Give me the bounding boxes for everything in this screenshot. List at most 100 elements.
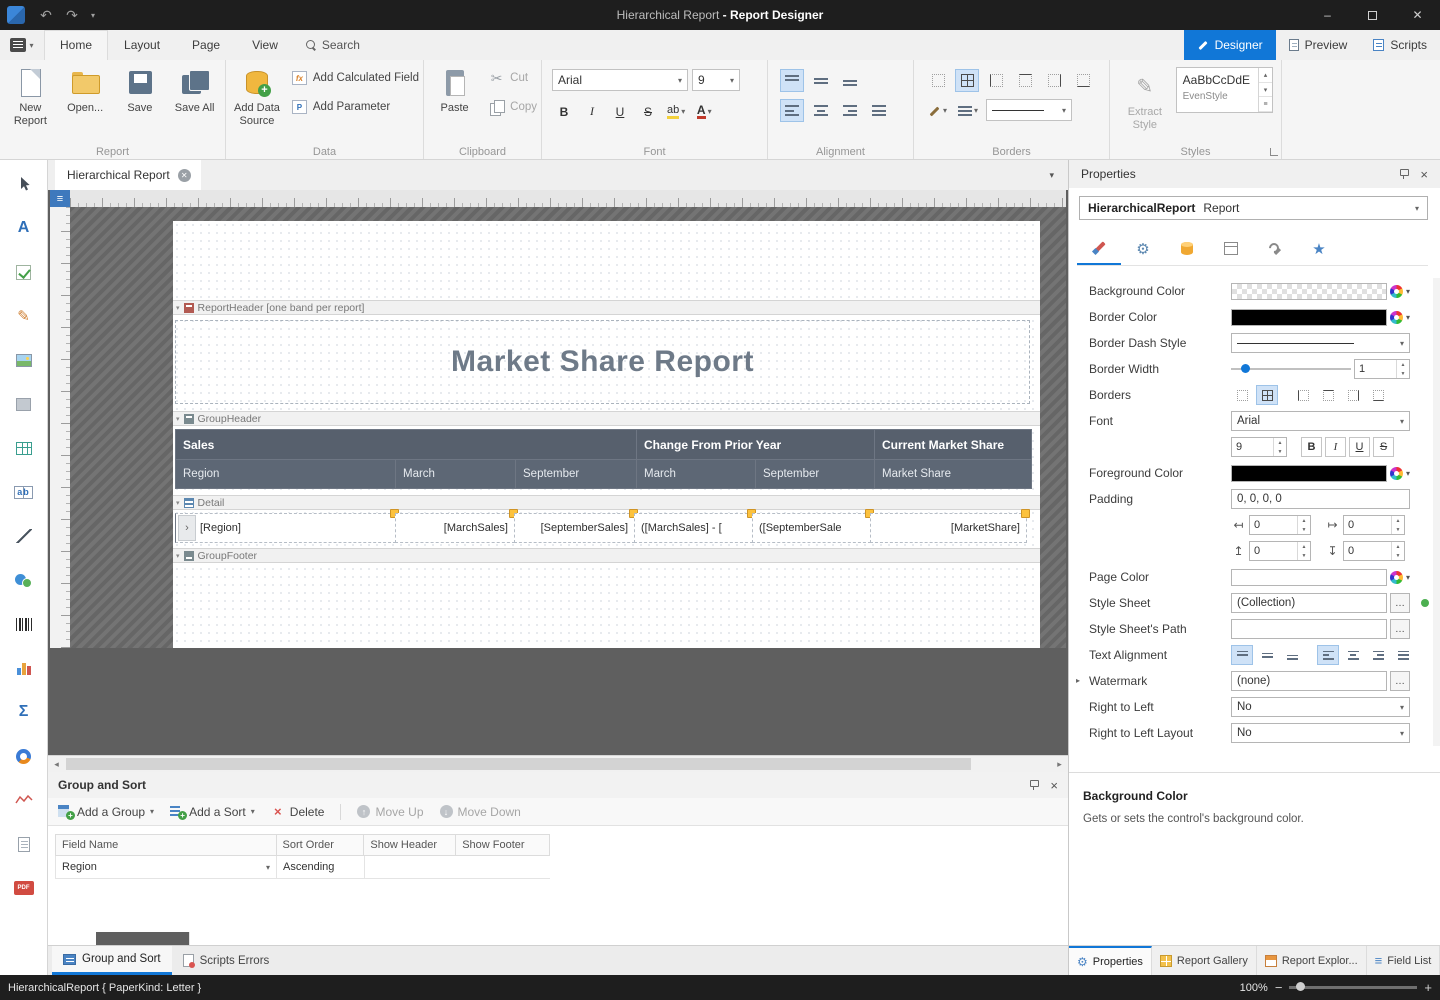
italic-button[interactable]: I [580, 100, 604, 123]
text-align-justify-toggle[interactable] [1392, 645, 1414, 665]
text-align-bottom-toggle[interactable] [1281, 645, 1303, 665]
align-middle-button[interactable] [809, 69, 833, 92]
spin-down-icon[interactable]: ▼ [1397, 369, 1409, 378]
table-header-cell[interactable]: Current Market Share [875, 429, 1032, 459]
bold-button[interactable]: B [552, 100, 576, 123]
sort-order-cell[interactable]: Ascending [277, 856, 365, 878]
font-name-combo[interactable]: Arial ▾ [552, 69, 688, 91]
label-tool[interactable]: A [8, 216, 40, 240]
spin-up-icon[interactable]: ▲ [1298, 516, 1310, 525]
text-align-right-toggle[interactable] [1367, 645, 1389, 665]
borders-bottom-toggle[interactable] [1367, 385, 1389, 405]
minimize-button[interactable]: – [1305, 0, 1350, 30]
collapse-caret-icon[interactable]: ▾ [176, 415, 180, 423]
undo-button[interactable]: ↶ [33, 7, 59, 24]
zoom-in-button[interactable]: + [1424, 980, 1432, 995]
quick-access-dropdown-icon[interactable]: ▾ [85, 11, 101, 20]
designer-mode-button[interactable]: Designer [1184, 30, 1276, 60]
table-subheader-cell[interactable]: Market Share [875, 459, 1032, 489]
chart-tool[interactable] [8, 656, 40, 680]
spin-down-icon[interactable]: ▼ [1298, 551, 1310, 560]
new-report-button[interactable]: New Report [4, 63, 57, 127]
add-parameter-button[interactable]: P Add Parameter [292, 100, 419, 114]
line-tool[interactable] [8, 524, 40, 548]
bold-toggle[interactable]: B [1301, 437, 1322, 457]
ribbon-tab-view[interactable]: View [236, 30, 294, 60]
align-justify-button[interactable] [867, 99, 891, 122]
foreground-color-swatch[interactable] [1231, 465, 1387, 482]
dock-tab-group-and-sort[interactable]: Group and Sort [52, 946, 172, 975]
gauge-tool[interactable] [8, 744, 40, 768]
delete-button[interactable]: × Delete [271, 805, 325, 819]
panel-tab-properties[interactable]: Properties [1069, 946, 1152, 975]
tab-close-icon[interactable]: ✕ [178, 169, 191, 182]
table-subheader-cell[interactable]: September [756, 459, 875, 489]
pad-top-spinner[interactable]: 0 ▲▼ [1249, 541, 1311, 561]
align-left-button[interactable] [780, 99, 804, 122]
detail-cell[interactable]: [MarchSales] [395, 513, 515, 543]
save-button[interactable]: Save [114, 63, 167, 127]
horizontal-ruler[interactable] [70, 190, 1066, 207]
gallery-expand-icon[interactable]: ≡ [1259, 97, 1272, 112]
detail-cell[interactable]: ([SeptemberSale [752, 513, 871, 543]
grid-column-header[interactable]: Field Name [56, 835, 277, 855]
property-category-data-database[interactable] [1165, 232, 1209, 265]
character-comb-tool[interactable]: ab [8, 480, 40, 504]
table-tool[interactable] [8, 436, 40, 460]
borders-left-toggle[interactable] [1292, 385, 1314, 405]
copy-button[interactable]: Copy [489, 100, 537, 114]
barcode-tool[interactable] [8, 612, 40, 636]
detail-cell[interactable]: [MarketShare] [870, 513, 1027, 543]
report-design-content[interactable]: ▾ ReportHeader [one band per report] Mar… [173, 221, 1040, 648]
spin-up-icon[interactable]: ▲ [1397, 360, 1409, 369]
spin-down-icon[interactable]: ▼ [1298, 525, 1310, 534]
color-picker-icon[interactable] [1390, 571, 1403, 584]
add-data-source-button[interactable]: Add Data Source [230, 63, 284, 127]
border-style-button[interactable]: ▾ [955, 99, 981, 122]
collapse-caret-icon[interactable]: ▾ [176, 304, 180, 312]
pageinfo-tool[interactable] [8, 832, 40, 856]
property-category-favorites-star[interactable]: ★ [1297, 232, 1341, 265]
checkbox-tool[interactable] [8, 260, 40, 284]
font-size-spinner[interactable]: 9 ▲▼ [1231, 437, 1287, 457]
border-bottom-button[interactable] [1071, 69, 1095, 92]
right-to-left-combo[interactable]: No ▾ [1231, 697, 1410, 717]
zoom-slider[interactable] [1289, 986, 1417, 989]
cut-button[interactable]: ✂ Cut [489, 71, 537, 85]
band-strip-group-header[interactable]: ▾ GroupHeader [173, 411, 1040, 426]
property-category-behavior-gear[interactable]: ⚙ [1121, 232, 1165, 265]
pad-bottom-spinner[interactable]: 0 ▲▼ [1343, 541, 1405, 561]
close-icon[interactable]: × [1050, 779, 1058, 792]
band-strip-report-header[interactable]: ▾ ReportHeader [one band per report] [173, 300, 1040, 315]
open-button[interactable]: Open... [59, 63, 112, 127]
add-group-button[interactable]: Add a Group ▾ [58, 805, 154, 819]
chevron-down-icon[interactable]: ▾ [1406, 313, 1410, 322]
horizontal-scrollbar[interactable]: ◂ ▸ [48, 755, 1068, 772]
move-down-button[interactable]: Move Down [440, 805, 521, 819]
field-name-cell[interactable]: Region ▾ [56, 856, 277, 878]
property-category-tools-wrench[interactable] [1253, 232, 1297, 265]
spin-down-icon[interactable]: ▼ [1392, 551, 1404, 560]
maximize-button[interactable] [1350, 0, 1395, 30]
watermark-value-box[interactable]: (none) [1231, 671, 1387, 691]
detail-cell[interactable]: ›[Region] [175, 513, 396, 543]
align-right-button[interactable] [838, 99, 862, 122]
add-calculated-field-button[interactable]: fx Add Calculated Field [292, 71, 419, 85]
close-button[interactable]: ✕ [1395, 0, 1440, 30]
shape-tool[interactable] [8, 568, 40, 592]
sparkline-tool[interactable] [8, 788, 40, 812]
ribbon-tab-page[interactable]: Page [176, 30, 236, 60]
detail-cell[interactable]: ([MarchSales] - [ [634, 513, 753, 543]
strikethrough-toggle[interactable]: S [1373, 437, 1394, 457]
line-width-combo[interactable]: ▾ [986, 99, 1072, 121]
document-list-dropdown-icon[interactable]: ▾ [1049, 170, 1068, 181]
pad-right-spinner[interactable]: 0 ▲▼ [1343, 515, 1405, 535]
table-subheader-cell[interactable]: Region [175, 459, 396, 489]
borders-none-toggle[interactable] [1231, 385, 1253, 405]
highlight-button[interactable]: ab ▾ [664, 100, 688, 123]
borders-top-toggle[interactable] [1317, 385, 1339, 405]
table-subheader-cell[interactable]: March [396, 459, 516, 489]
right-to-left-layout-combo[interactable]: No ▾ [1231, 723, 1410, 743]
properties-scrollbar[interactable] [1433, 278, 1440, 746]
border-width-slider[interactable] [1231, 360, 1351, 378]
